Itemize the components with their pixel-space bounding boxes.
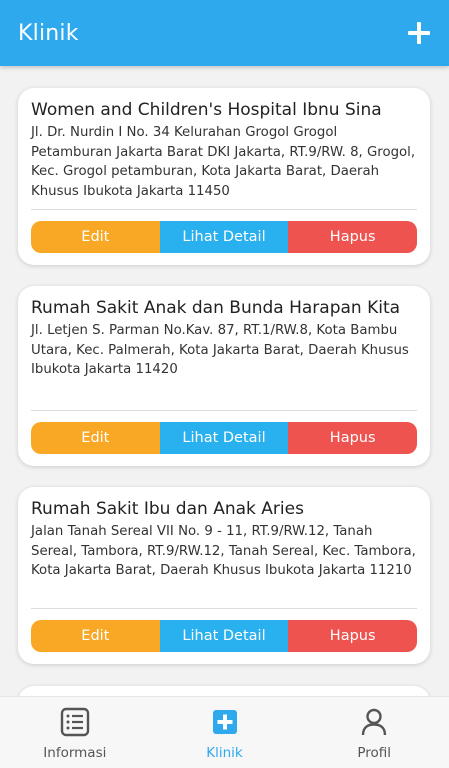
edit-button[interactable]: Edit	[31, 620, 160, 652]
card-actions: Edit Lihat Detail Hapus	[31, 422, 417, 454]
clinic-card-partial	[18, 686, 430, 696]
medical-plus-icon	[212, 710, 237, 734]
delete-button[interactable]: Hapus	[288, 422, 417, 454]
card-divider	[31, 410, 417, 411]
nav-label-informasi: Informasi	[43, 745, 107, 761]
clinic-address: Jl. Letjen S. Parman No.Kav. 87, RT.1/RW…	[31, 323, 409, 377]
edit-button[interactable]: Edit	[31, 422, 160, 454]
card-divider	[31, 608, 417, 609]
edit-button[interactable]: Edit	[31, 221, 160, 253]
clinic-name: Rumah Sakit Anak dan Bunda Harapan Kita	[31, 298, 401, 318]
clinic-address: Jalan Tanah Sereal VII No. 9 - 11, RT.9/…	[31, 524, 416, 578]
card-actions: Edit Lihat Detail Hapus	[31, 620, 417, 652]
clinic-name: Women and Children's Hospital Ibnu Sina	[31, 100, 382, 120]
nav-item-profil[interactable]: Profil	[299, 697, 449, 768]
bottom-nav: Informasi Klinik Profil	[0, 696, 449, 768]
clinic-address: Jl. Dr. Nurdin I No. 34 Kelurahan Grogol…	[31, 125, 416, 199]
nav-label-klinik: Klinik	[206, 745, 243, 761]
clinic-card: Rumah Sakit Ibu dan Anak Aries Jalan Tan…	[18, 487, 430, 664]
page-title: Klinik	[18, 20, 79, 46]
app-bar: Klinik	[0, 0, 449, 66]
delete-button[interactable]: Hapus	[288, 221, 417, 253]
nav-item-informasi[interactable]: Informasi	[0, 697, 150, 768]
clinic-card: Rumah Sakit Anak dan Bunda Harapan Kita …	[18, 286, 430, 466]
plus-icon[interactable]	[407, 21, 431, 45]
card-divider	[31, 209, 417, 210]
person-icon	[361, 708, 387, 736]
clinic-name: Rumah Sakit Ibu dan Anak Aries	[31, 499, 304, 519]
delete-button[interactable]: Hapus	[288, 620, 417, 652]
clinic-card: Women and Children's Hospital Ibnu Sina …	[18, 88, 430, 265]
list-icon	[60, 707, 90, 737]
clinic-list[interactable]: Women and Children's Hospital Ibnu Sina …	[0, 66, 449, 696]
nav-label-profil: Profil	[357, 745, 392, 761]
detail-button[interactable]: Lihat Detail	[159, 221, 289, 253]
detail-button[interactable]: Lihat Detail	[159, 422, 289, 454]
detail-button[interactable]: Lihat Detail	[159, 620, 289, 652]
nav-item-klinik[interactable]: Klinik	[150, 697, 300, 768]
card-actions: Edit Lihat Detail Hapus	[31, 221, 417, 253]
